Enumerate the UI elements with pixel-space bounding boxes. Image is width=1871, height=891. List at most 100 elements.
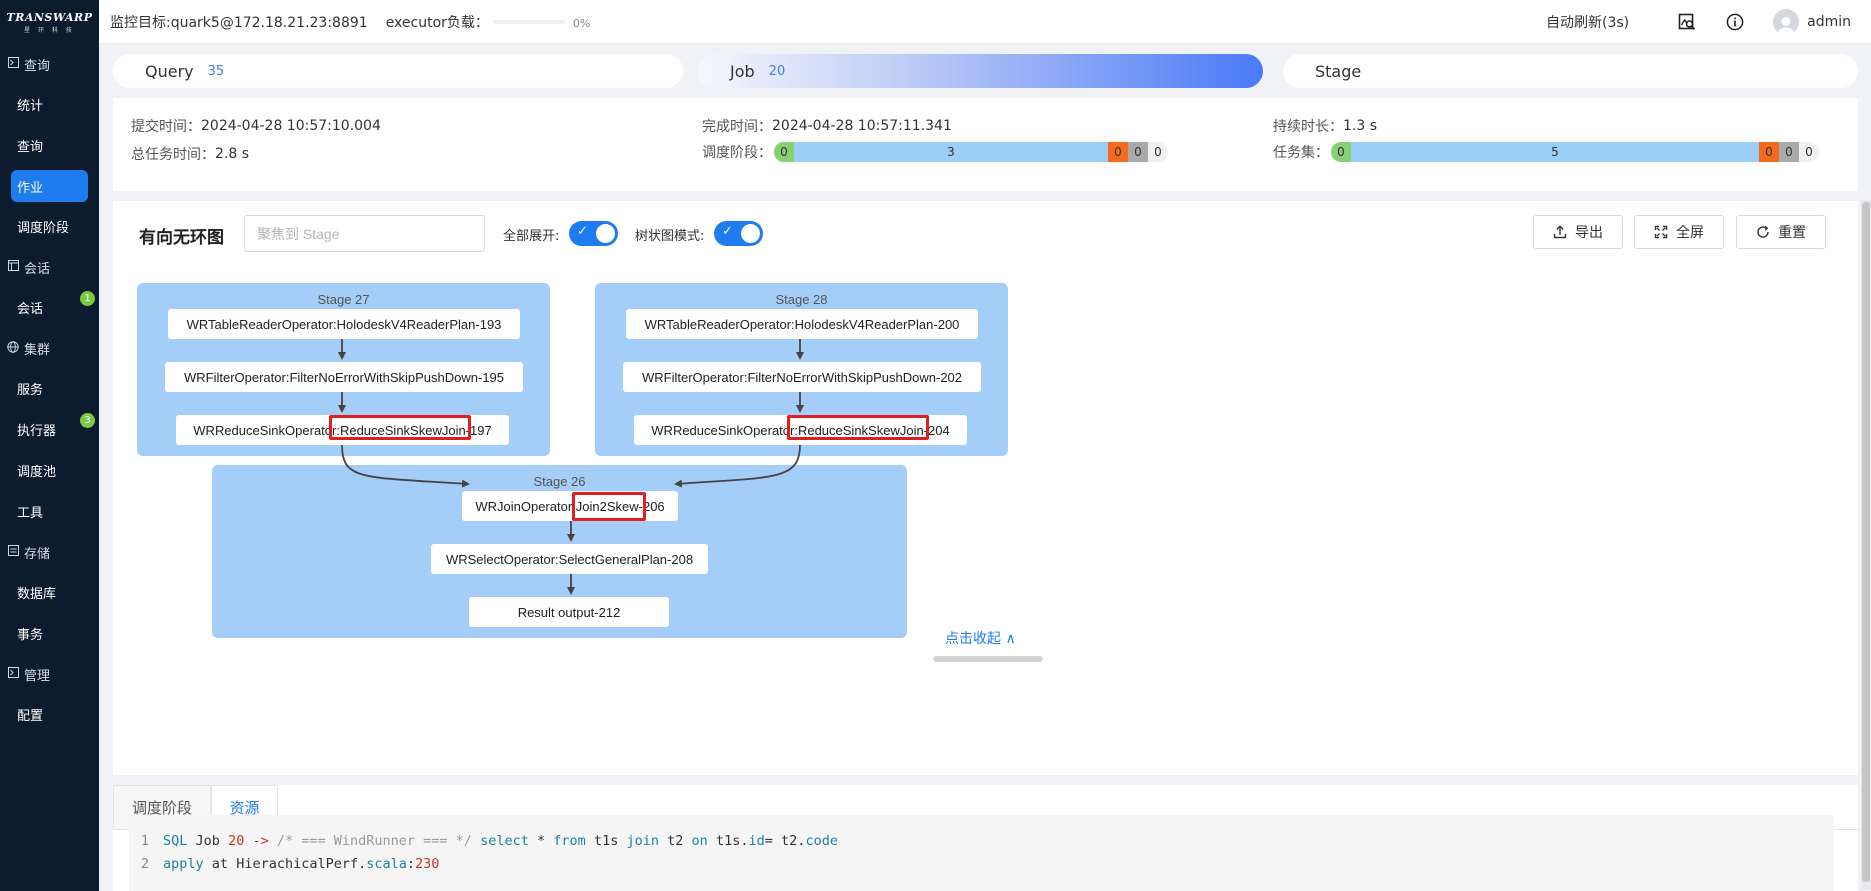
job-info-panel: 提交时间： 2024-04-28 10:57:10.004 总任务时间： 2.8…: [113, 98, 1858, 191]
reset-label: 重置: [1778, 225, 1806, 241]
dag-edge: [674, 444, 801, 488]
code-token: t2: [667, 832, 684, 849]
avatar[interactable]: [1773, 9, 1800, 35]
sidebar-item-label: 调度池: [17, 465, 57, 480]
topbar: 监控目标:quark5@172.18.21.23:8891 executor负载…: [99, 0, 1871, 44]
code-token: apply: [163, 855, 204, 872]
nav-group-label: 查询: [24, 58, 51, 74]
sidebar-item-tools[interactable]: 工具: [0, 491, 99, 532]
code-token: HierachicalPerf: [236, 855, 359, 872]
sidebar-item-stages[interactable]: 调度阶段: [0, 206, 99, 247]
code-token: scala: [366, 855, 407, 872]
tasks-skipped-count: 0: [1779, 142, 1799, 162]
sidebar-item-query[interactable]: 查询: [0, 125, 99, 166]
stages-success-count: 0: [774, 142, 794, 162]
nav-group-session[interactable]: 会话: [0, 247, 99, 287]
duration: 持续时长： 1.3 s: [1273, 116, 1377, 136]
sidebar-item-pools[interactable]: 调度池: [0, 450, 99, 491]
code-token: :: [406, 855, 416, 872]
code-token: on: [691, 832, 708, 849]
sidebar-item-executors[interactable]: 执行器 3: [0, 409, 99, 450]
total-task-time: 总任务时间： 2.8 s: [131, 144, 249, 164]
tab-label: Query: [145, 61, 194, 81]
stages-summary: 调度阶段： 0 3 0 0 0: [702, 142, 1168, 162]
sidebar-item-transactions[interactable]: 事务: [0, 613, 99, 654]
code-token: 230: [415, 855, 440, 872]
stages-other-count: 0: [1148, 142, 1168, 162]
export-button[interactable]: 导出: [1533, 215, 1623, 249]
submit-time: 提交时间： 2024-04-28 10:57:10.004: [131, 116, 381, 136]
refresh-icon: [1757, 225, 1769, 238]
line-number: 1: [140, 832, 149, 849]
tasks-other-count: 0: [1799, 142, 1819, 162]
executor-load-bar: [492, 19, 565, 24]
export-icon: [1553, 225, 1567, 239]
auto-refresh-toggle[interactable]: 自动刷新(3s): [1546, 12, 1629, 32]
code-token: id: [748, 832, 765, 849]
terminal-icon: [6, 667, 20, 681]
tab-stage[interactable]: Stage: [1283, 54, 1858, 88]
finish-time-value: 2024-04-28 10:57:11.341: [772, 118, 952, 134]
finish-time-label: 完成时间：: [702, 119, 772, 135]
image-search-icon[interactable]: [1677, 12, 1697, 32]
dag-edges: [338, 339, 804, 595]
sidebar-item-label: 查询: [17, 140, 44, 155]
collapse-link[interactable]: 点击收起 ∧: [945, 628, 1016, 648]
nav-group-query[interactable]: 查询: [0, 44, 99, 84]
sidebar-item-jobs[interactable]: 作业: [11, 170, 88, 202]
stages-running-count: 3: [794, 142, 1108, 162]
sidebar-item-label: 会话: [17, 302, 44, 317]
page-scrollbar[interactable]: [1861, 200, 1871, 890]
export-label: 导出: [1575, 225, 1603, 241]
globe-icon: [6, 340, 20, 356]
code-token: from: [553, 832, 586, 849]
tab-job[interactable]: Job 20: [698, 54, 1263, 88]
stages-status-bar: 0 3 0 0 0: [774, 142, 1168, 162]
code-token: t1s: [715, 832, 741, 849]
tab-count: 20: [768, 63, 786, 79]
sidebar: TRANSWARP 星 环 科 技 查询 统计 查询 作业 调度阶段 会话 会话…: [0, 0, 99, 891]
info-icon[interactable]: [1725, 12, 1745, 32]
tab-query[interactable]: Query 35: [113, 54, 683, 88]
sidebar-item-config[interactable]: 配置: [0, 694, 99, 735]
sidebar-item-databases[interactable]: 数据库: [0, 572, 99, 613]
logo-subtitle: 星 环 科 技: [24, 26, 75, 34]
main-content: Query 35 Job 20 Stage 提交时间： 2024-04-28 1…: [99, 44, 1871, 891]
nav-group-cluster[interactable]: 集群: [0, 328, 99, 368]
duration-label: 持续时长：: [1273, 119, 1343, 135]
sidebar-item-services[interactable]: 服务: [0, 368, 99, 409]
nav-group-label: 集群: [24, 342, 51, 358]
sidebar-item-stats[interactable]: 统计: [0, 84, 99, 125]
sidebar-item-label: 数据库: [17, 587, 57, 602]
finish-time: 完成时间： 2024-04-28 10:57:11.341: [702, 116, 952, 136]
code-token: /* === WindRunner === */: [276, 832, 472, 849]
tab-label: Job: [730, 61, 755, 81]
nav-group-label: 管理: [24, 668, 51, 684]
fullscreen-button[interactable]: 全屏: [1634, 215, 1724, 249]
sidebar-item-sessions[interactable]: 会话 1: [0, 287, 99, 328]
tasks-failed-count: 0: [1759, 142, 1779, 162]
code-token: .: [797, 832, 806, 849]
username[interactable]: admin: [1807, 14, 1851, 30]
monitor-target: 监控目标:quark5@172.18.21.23:8891: [110, 14, 368, 31]
code-token: t1s: [593, 832, 619, 849]
resize-handle[interactable]: [933, 656, 1043, 662]
nav-group-storage[interactable]: 存储: [0, 532, 99, 572]
code-token: join: [626, 832, 659, 849]
submit-time-label: 提交时间：: [131, 119, 201, 135]
reset-button[interactable]: 重置: [1736, 215, 1826, 249]
code-token: *: [537, 832, 546, 849]
code-line: 2 apply at HierachicalPerf. scala:230: [129, 852, 1834, 875]
logo[interactable]: TRANSWARP 星 环 科 技: [0, 0, 99, 44]
executor-load-label: executor负载：: [385, 14, 489, 31]
fullscreen-icon: [1654, 225, 1668, 239]
code-token: at: [211, 855, 229, 872]
sidebar-item-label: 作业: [17, 180, 44, 196]
total-task-time-label: 总任务时间：: [131, 147, 215, 163]
scrollbar-thumb[interactable]: [1862, 202, 1870, 882]
fullscreen-label: 全屏: [1676, 225, 1704, 241]
nav-group-label: 存储: [24, 546, 51, 562]
stages-summary-label: 调度阶段：: [702, 145, 772, 161]
nav-group-admin[interactable]: 管理: [0, 654, 99, 694]
stages-failed-count: 0: [1108, 142, 1128, 162]
